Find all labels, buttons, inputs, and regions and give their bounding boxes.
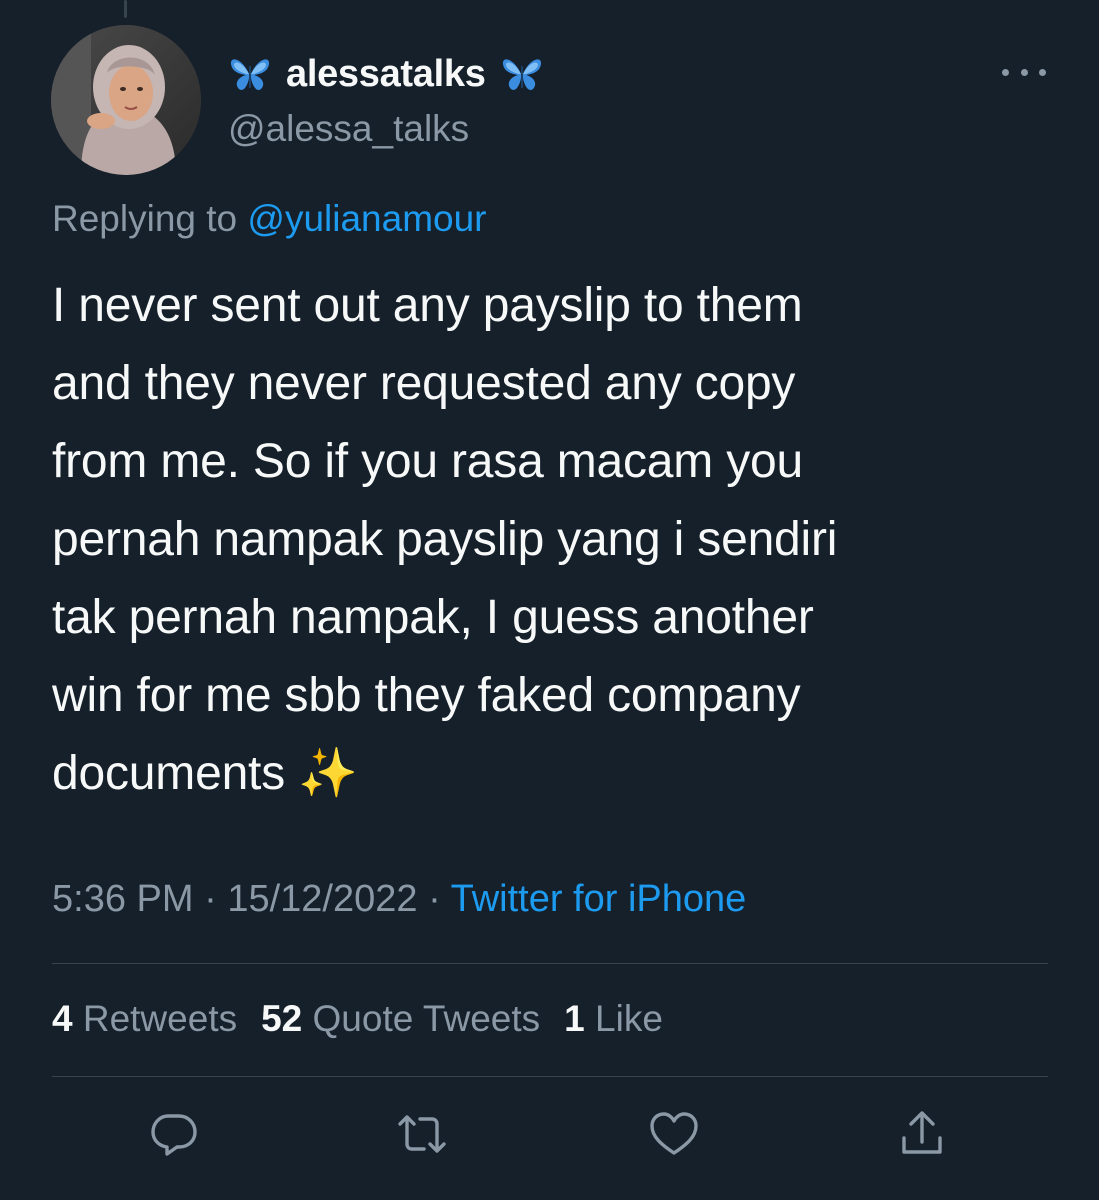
user-handle[interactable]: @alessa_talks [228, 108, 469, 150]
reply-icon[interactable] [148, 1110, 200, 1158]
tweet-text-line: from me. So if you rasa macam you [52, 435, 803, 488]
reply-mention-link[interactable]: @yulianamour [247, 198, 486, 239]
quotes-label: Quote Tweets [312, 998, 541, 1039]
likes-count: 1 [564, 998, 585, 1039]
retweets-stat[interactable]: 4 Retweets [52, 998, 237, 1040]
divider [52, 1076, 1048, 1077]
likes-stat[interactable]: 1 Like [564, 998, 663, 1040]
tweet-text-line: documents ✨ [52, 747, 358, 800]
author-name-row[interactable]: alessatalks [228, 50, 544, 98]
tweet-meta: 5:36 PM · 15/12/2022 · Twitter for iPhon… [52, 878, 746, 921]
quote-tweets-stat[interactable]: 52 Quote Tweets [261, 998, 540, 1040]
display-name[interactable]: alessatalks [286, 53, 486, 96]
meta-separator: · [204, 878, 217, 920]
more-dot [1020, 68, 1028, 76]
butterfly-icon [230, 59, 270, 90]
quotes-count: 52 [261, 998, 303, 1039]
divider [52, 963, 1048, 964]
avatar-image [51, 25, 201, 175]
tweet-text-line: tak pernah nampak, I guess another [52, 591, 814, 644]
butterfly-icon [502, 59, 541, 90]
retweets-label: Retweets [82, 998, 238, 1039]
tweet-text-line: and they never requested any copy [52, 357, 796, 410]
tweet-text: I never sent out any payslip to them and… [52, 267, 1062, 813]
action-bar [0, 1110, 1099, 1158]
heart-icon[interactable] [648, 1110, 700, 1158]
more-horizontal-icon[interactable] [1002, 62, 1046, 82]
tweet-time[interactable]: 5:36 PM [52, 878, 194, 920]
engagement-stats: 4 Retweets 52 Quote Tweets 1 Like [52, 998, 663, 1040]
more-dot [1039, 68, 1046, 76]
thread-connector-line [124, 0, 127, 18]
meta-separator: · [428, 878, 441, 920]
avatar[interactable] [51, 25, 201, 175]
replying-to: Replying to @yulianamour [52, 198, 487, 240]
replying-prefix: Replying to [52, 198, 238, 239]
retweets-count: 4 [52, 998, 73, 1039]
retweet-icon[interactable] [396, 1110, 448, 1158]
share-icon[interactable] [896, 1110, 948, 1158]
tweet-detail-view: alessatalks @alessa_talks Replying to @y… [0, 0, 1099, 1200]
tweet-text-line: win for me sbb they faked company [52, 669, 801, 722]
tweet-text-line: I never sent out any payslip to them [52, 279, 803, 332]
tweet-text-line: pernah nampak payslip yang i sendiri [52, 513, 838, 566]
more-dot [1002, 68, 1009, 76]
tweet-date[interactable]: 15/12/2022 [227, 878, 417, 920]
tweet-source-link[interactable]: Twitter for iPhone [451, 878, 747, 920]
likes-label: Like [595, 998, 663, 1039]
